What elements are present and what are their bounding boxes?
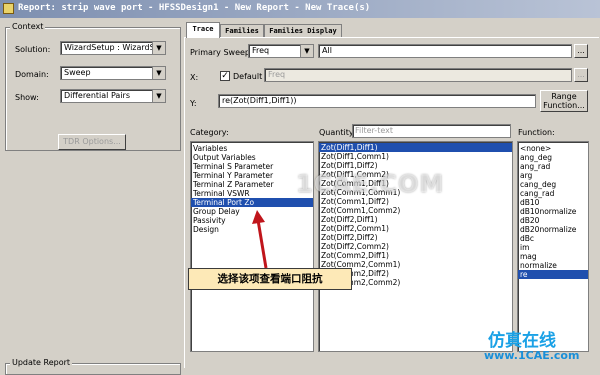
category-item[interactable]: Terminal Z Parameter xyxy=(191,180,313,189)
window-title: Report: strip wave port - HFSSDesign1 - … xyxy=(18,3,371,13)
category-item[interactable]: Output Variables xyxy=(191,153,313,162)
solution-label: Solution: xyxy=(15,45,51,54)
function-item[interactable]: im xyxy=(518,243,588,252)
function-items: <none> ang_deg ang_rad arg cang_deg cang_rad d… xyxy=(518,142,588,279)
category-item[interactable]: Terminal Port Zo xyxy=(191,198,313,207)
x-field[interactable]: Freq xyxy=(264,68,572,82)
category-item[interactable]: Terminal S Parameter xyxy=(191,162,313,171)
context-group-title: Context xyxy=(10,22,46,31)
y-label: Y: xyxy=(190,99,197,108)
function-item[interactable]: dB20normalize xyxy=(518,225,588,234)
update-report-title: Update Report xyxy=(10,358,73,367)
function-list[interactable]: <none> ang_deg ang_rad arg cang_deg cang_rad d… xyxy=(517,141,589,352)
quantity-item[interactable]: Zot(Diff2,Diff1) xyxy=(319,215,512,224)
domain-label: Domain: xyxy=(15,70,49,79)
tab-families-display[interactable]: Families Display xyxy=(264,24,342,37)
quantity-item[interactable]: Zot(Diff2,Diff2) xyxy=(319,233,512,242)
solution-value: WizardSetup : WizardSwe xyxy=(64,43,166,52)
window-titlebar: Report: strip wave port - HFSSDesign1 - … xyxy=(0,0,600,18)
x-ellipsis-button[interactable]: ... xyxy=(574,68,588,82)
chevron-down-icon[interactable]: ▼ xyxy=(152,90,165,102)
primary-sweep-field[interactable]: All xyxy=(318,44,572,58)
tab-trace[interactable]: Trace xyxy=(186,22,220,38)
quantity-items: Zot(Diff1,Diff1) Zot(Diff1,Comm1) Zot(Diff… xyxy=(319,142,512,287)
y-field[interactable]: re(Zot(Diff1,Diff1)) xyxy=(218,94,536,108)
function-item[interactable]: re xyxy=(518,270,588,279)
tdr-options-button[interactable]: TDR Options... xyxy=(58,134,126,150)
category-item[interactable]: Terminal VSWR xyxy=(191,189,313,198)
annotation-callout: 选择该项查看端口阻抗 xyxy=(188,268,352,290)
function-item[interactable]: cang_deg xyxy=(518,180,588,189)
default-checkbox[interactable]: ✓ xyxy=(220,71,230,81)
quantity-item[interactable]: Zot(Diff1,Diff1) xyxy=(319,143,512,152)
x-label: X: xyxy=(190,73,199,82)
quantity-item[interactable]: Zot(Comm2,Diff1) xyxy=(319,251,512,260)
function-label: Function: xyxy=(518,128,555,137)
quantity-item[interactable]: Zot(Comm1,Comm2) xyxy=(319,206,512,215)
function-item[interactable]: mag xyxy=(518,252,588,261)
function-item[interactable]: arg xyxy=(518,171,588,180)
function-item[interactable]: ang_rad xyxy=(518,162,588,171)
tab-families[interactable]: Families xyxy=(220,24,264,37)
function-item[interactable]: dBc xyxy=(518,234,588,243)
quantity-filter-input[interactable]: Filter-text xyxy=(352,124,511,138)
show-select[interactable]: Differential Pairs ▼ xyxy=(60,89,166,103)
show-value: Differential Pairs xyxy=(64,91,130,100)
primary-sweep-label: Primary Sweep: xyxy=(190,48,253,57)
watermark-brand: 仿真在线 xyxy=(488,331,556,351)
function-item[interactable]: normalize xyxy=(518,261,588,270)
domain-select[interactable]: Sweep ▼ xyxy=(60,66,166,80)
app-icon xyxy=(3,3,14,14)
function-item[interactable]: dB20 xyxy=(518,216,588,225)
watermark-center: 1CAE.COM xyxy=(296,170,445,198)
primary-sweep-ellipsis-button[interactable]: ... xyxy=(574,44,588,58)
chevron-down-icon[interactable]: ▼ xyxy=(300,45,313,57)
watermark-url: www.1CAE.com xyxy=(484,349,580,362)
solution-select[interactable]: WizardSetup : WizardSwe ▼ xyxy=(60,41,166,55)
domain-value: Sweep xyxy=(64,68,91,77)
function-item[interactable]: cang_rad xyxy=(518,189,588,198)
show-label: Show: xyxy=(15,93,39,102)
annotation-arrow-icon xyxy=(252,210,268,269)
quantity-item[interactable]: Zot(Diff1,Comm1) xyxy=(319,152,512,161)
category-label: Category: xyxy=(190,128,229,137)
quantity-item[interactable]: Zot(Comm1,Diff2) xyxy=(319,197,512,206)
quantity-item[interactable]: Zot(Diff2,Comm1) xyxy=(319,224,512,233)
chevron-down-icon[interactable]: ▼ xyxy=(152,42,165,54)
primary-sweep-value: Freq xyxy=(252,46,270,55)
range-function-button[interactable]: Range Function... xyxy=(540,90,588,112)
quantity-item[interactable]: Zot(Diff2,Comm2) xyxy=(319,242,512,251)
default-label: Default xyxy=(233,72,263,81)
chevron-down-icon[interactable]: ▼ xyxy=(152,67,165,79)
primary-sweep-select[interactable]: Freq ▼ xyxy=(248,44,314,58)
function-item[interactable]: ang_deg xyxy=(518,153,588,162)
category-item[interactable]: Variables xyxy=(191,144,313,153)
quantity-item[interactable]: Zot(Diff1,Diff2) xyxy=(319,161,512,170)
checkmark-icon: ✓ xyxy=(221,71,229,81)
function-item[interactable]: dB10 xyxy=(518,198,588,207)
category-item[interactable]: Terminal Y Parameter xyxy=(191,171,313,180)
quantity-label: Quantity: xyxy=(319,128,356,137)
function-item[interactable]: dB10normalize xyxy=(518,207,588,216)
function-item[interactable]: <none> xyxy=(518,144,588,153)
